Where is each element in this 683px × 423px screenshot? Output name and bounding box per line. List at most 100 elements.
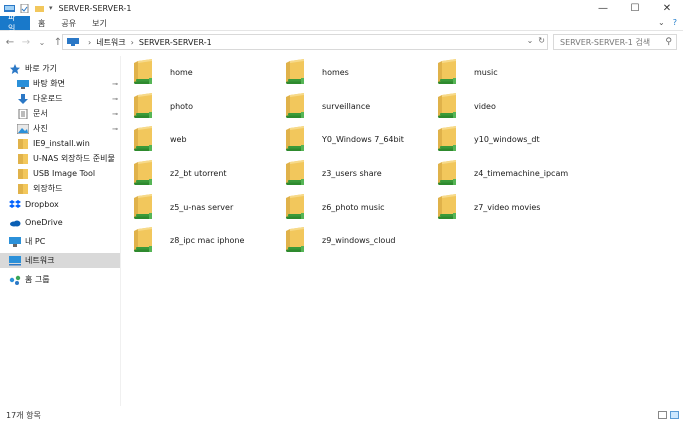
folder-label: z3_users share (322, 168, 382, 178)
tab-home[interactable]: 홈 (30, 16, 53, 30)
sidebar-item-label: OneDrive (25, 218, 63, 227)
new-folder-icon[interactable] (34, 4, 45, 13)
title-bar: ▾ SERVER-SERVER-1 — ☐ ✕ (0, 0, 683, 16)
breadcrumb-network[interactable]: 네트워크 (96, 37, 125, 48)
shared-folder-item[interactable]: z9_windows_cloud (284, 225, 434, 255)
refresh-icon[interactable]: ↻ (538, 36, 545, 45)
sidebar-item-this-pc[interactable]: 내 PC (0, 234, 120, 249)
forward-button[interactable]: → (18, 37, 34, 48)
sidebar-item-onedrive[interactable]: OneDrive (0, 215, 120, 230)
customize-toolbar-icon[interactable]: ▾ (49, 4, 53, 12)
help-icon[interactable]: ? (673, 18, 677, 27)
navigation-bar: ← → ⌄ ↑ › 네트워크 › SERVER-SERVER-1 ⌄ ↻ SER… (0, 32, 683, 52)
close-button[interactable]: ✕ (651, 0, 683, 16)
shared-folder-item[interactable]: y10_windows_dt (436, 124, 586, 154)
shared-folder-icon (134, 59, 152, 84)
sidebar-item-documents[interactable]: 문서 ⊸ (0, 106, 120, 121)
shared-folder-item[interactable]: z5_u-nas server (132, 192, 282, 222)
shared-folder-item[interactable]: homes (284, 57, 434, 87)
shared-folder-icon (134, 93, 152, 118)
back-button[interactable]: ← (2, 37, 18, 48)
shared-folder-item[interactable]: z7_video movies (436, 192, 586, 222)
sidebar-item-downloads[interactable]: 다운로드 ⊸ (0, 91, 120, 106)
sidebar-item-desktop[interactable]: 바탕 화면 ⊸ (0, 76, 120, 91)
pin-icon[interactable]: ⊸ (112, 110, 118, 118)
homegroup-icon (9, 275, 21, 285)
shared-folder-item[interactable]: z8_ipc mac iphone (132, 225, 282, 255)
sidebar-item-quick-access[interactable]: 바로 가기 (0, 61, 120, 76)
sidebar-item-usb-image-tool[interactable]: USB Image Tool (0, 166, 120, 181)
sidebar-item-label: U-NAS 외장하드 준비물 (33, 154, 115, 163)
network-icon (9, 255, 21, 265)
folder-label: music (474, 67, 498, 77)
sidebar-item-pictures[interactable]: 사진 ⊸ (0, 121, 120, 136)
shared-folder-icon (438, 126, 456, 151)
tab-view[interactable]: 보기 (84, 16, 115, 30)
shared-folder-icon (134, 160, 152, 185)
star-icon (10, 63, 20, 74)
minimize-button[interactable]: — (587, 0, 619, 16)
shared-folder-item[interactable]: web (132, 124, 282, 154)
dropbox-icon (9, 199, 21, 208)
shared-folder-item[interactable]: Y0_Windows 7_64bit (284, 124, 434, 154)
shared-folder-item[interactable]: surveillance (284, 91, 434, 121)
shared-folder-item[interactable]: video (436, 91, 586, 121)
folder-label: z8_ipc mac iphone (170, 235, 245, 245)
pictures-icon (17, 123, 29, 134)
shared-folder-item[interactable]: z4_timemachine_ipcam (436, 158, 586, 188)
shared-folder-icon (286, 194, 304, 219)
shared-folder-icon (286, 160, 304, 185)
search-input[interactable]: SERVER-SERVER-1 검색 (560, 37, 650, 48)
folder-label: surveillance (322, 101, 371, 111)
shared-folder-icon (134, 227, 152, 252)
shared-folder-icon (286, 126, 304, 151)
folder-label: home (170, 67, 193, 77)
recent-locations-button[interactable]: ⌄ (34, 38, 50, 47)
maximize-button[interactable]: ☐ (619, 0, 651, 16)
shared-folder-icon (438, 59, 456, 84)
folder-label: homes (322, 67, 349, 77)
search-icon[interactable]: ⚲ (665, 37, 672, 47)
shared-folder-icon (286, 227, 304, 252)
shared-folder-item[interactable]: photo (132, 91, 282, 121)
shared-folder-item[interactable]: z6_photo music (284, 192, 434, 222)
large-icons-view-button[interactable] (670, 411, 679, 419)
details-view-button[interactable] (658, 411, 667, 419)
onedrive-icon (10, 220, 21, 226)
network-icon (67, 38, 79, 46)
ribbon-tabs: 파일 홈 공유 보기 ⌄ ? (0, 13, 683, 33)
folder-icon (18, 153, 28, 164)
search-box[interactable]: SERVER-SERVER-1 검색 ⚲ (553, 34, 677, 50)
tab-file[interactable]: 파일 (0, 13, 30, 33)
shared-folder-item[interactable]: z2_bt utorrent (132, 158, 282, 188)
folder-label: z4_timemachine_ipcam (474, 168, 569, 178)
sidebar-item-label: 문서 (33, 109, 48, 118)
sidebar-item-homegroup[interactable]: 홈 그룹 (0, 272, 120, 287)
shared-folder-item[interactable]: music (436, 57, 586, 87)
pin-icon[interactable]: ⊸ (112, 80, 118, 88)
navigation-pane-divider[interactable] (120, 56, 121, 406)
tab-share[interactable]: 공유 (53, 16, 84, 30)
download-icon (18, 93, 28, 104)
sidebar-item-dropbox[interactable]: Dropbox (0, 197, 120, 212)
pin-icon[interactable]: ⊸ (112, 95, 118, 103)
shared-folder-icon (438, 93, 456, 118)
shared-folder-icon (286, 59, 304, 84)
breadcrumb-separator[interactable]: › (88, 38, 91, 47)
address-dropdown-icon[interactable]: ⌄ (527, 36, 534, 45)
sidebar-item-external-drive[interactable]: 외장하드 (0, 181, 120, 196)
folder-icon (18, 138, 28, 149)
shared-folder-icon (134, 126, 152, 151)
shared-folder-item[interactable]: home (132, 57, 282, 87)
sidebar-item-unas-prep[interactable]: U-NAS 외장하드 준비물 (0, 151, 120, 166)
shared-folder-item[interactable]: z3_users share (284, 158, 434, 188)
breadcrumb-separator[interactable]: › (131, 38, 134, 47)
expand-ribbon-icon[interactable]: ⌄ (658, 18, 665, 27)
breadcrumb-server[interactable]: SERVER-SERVER-1 (139, 38, 212, 47)
sidebar-item-network[interactable]: 네트워크 (0, 253, 120, 268)
address-bar[interactable]: › 네트워크 › SERVER-SERVER-1 ⌄ ↻ (62, 34, 548, 50)
folder-label: z9_windows_cloud (322, 235, 396, 245)
pin-icon[interactable]: ⊸ (112, 125, 118, 133)
sidebar-item-ie9-install[interactable]: IE9_install.win (0, 136, 120, 151)
shared-folder-icon (286, 93, 304, 118)
